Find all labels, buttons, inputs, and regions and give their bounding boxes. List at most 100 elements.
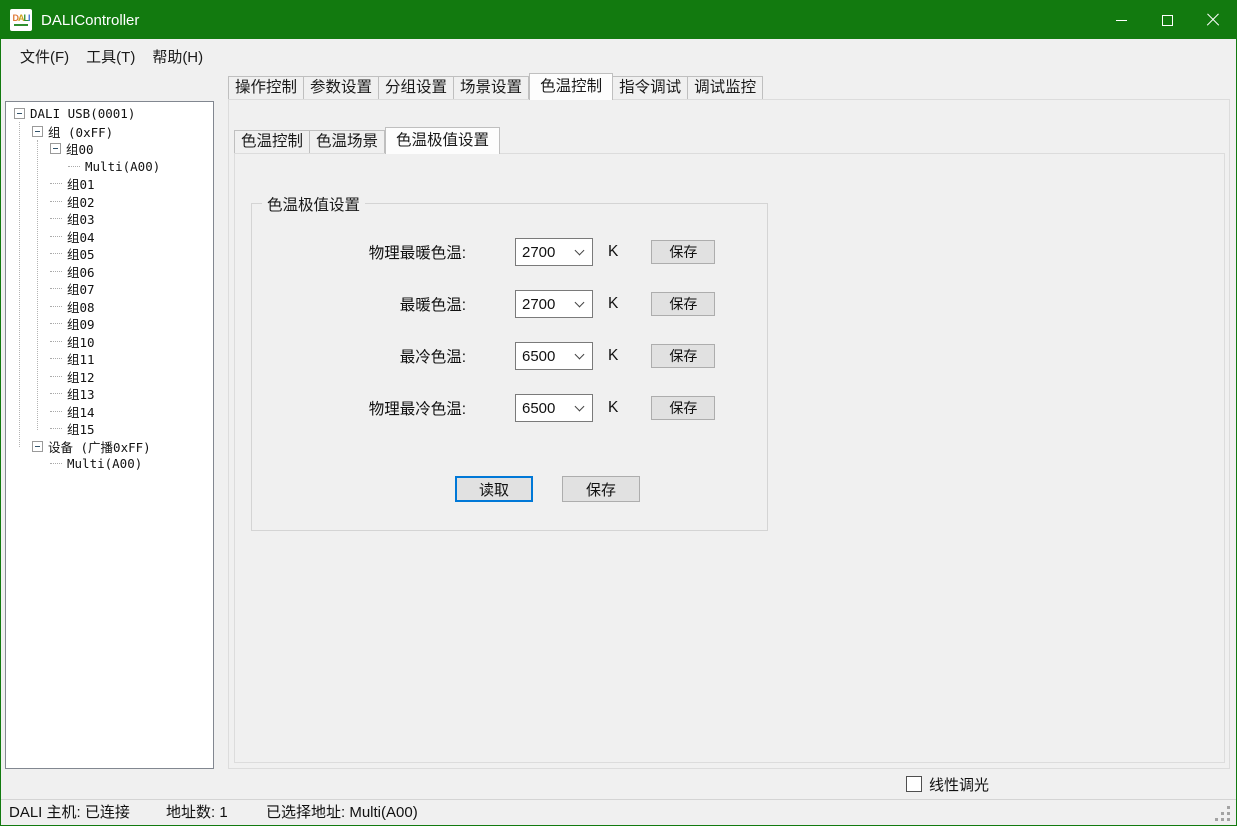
tree-item-label: 组 (0xFF) (47, 122, 114, 141)
chevron-down-icon (575, 298, 585, 308)
physical-coolest-cct-label: 物理最冷色温: (252, 397, 466, 419)
tree-connector (50, 393, 62, 394)
tree-item-label: Multi(A00) (84, 159, 161, 174)
tree-item-label: 组01 (66, 174, 96, 193)
chevron-down-icon (575, 246, 585, 256)
sub-tab-cct-control[interactable]: 色温控制 (234, 130, 310, 153)
main-tab-operation-control[interactable]: 操作控制 (228, 76, 304, 99)
sub-tab-cct-scene[interactable]: 色温场景 (310, 130, 385, 153)
warmest-cct-select[interactable]: 2700 (515, 290, 593, 318)
menu-item-file[interactable]: 文件(F) (15, 43, 74, 70)
window-title: DALIController (41, 12, 139, 29)
status-bar: DALI 主机: 已连接 地址数: 1 已选择地址: Multi(A00) (1, 799, 1236, 826)
tree-item-label: 组12 (66, 367, 96, 386)
tree-item[interactable]: DALI USB(0001) (6, 105, 213, 123)
tree-item-label: 组10 (66, 332, 96, 351)
menu-bar: 文件(F) 工具(T) 帮助(H) (1, 39, 1236, 73)
cct-form-rows: 物理最暖色温:2700K保存最暖色温:2700K保存最冷色温:6500K保存物理… (252, 204, 767, 422)
tree-item-label: 组06 (66, 262, 96, 281)
main-tab-scene-settings[interactable]: 场景设置 (454, 76, 529, 99)
sub-tab-strip: 色温控制色温场景色温极值设置 (234, 126, 500, 153)
form-row: 物理最冷色温:6500K保存 (252, 394, 767, 422)
form-row: 最暖色温:2700K保存 (252, 290, 767, 318)
coolest-cct-save-button[interactable]: 保存 (651, 344, 715, 368)
combo-value: 6500 (516, 348, 576, 365)
coolest-cct-select[interactable]: 6500 (515, 342, 593, 370)
linear-dimming-label: 线性调光 (929, 774, 989, 795)
physical-warmest-cct-select[interactable]: 2700 (515, 238, 593, 266)
cct-extreme-groupbox: 色温极值设置 物理最暖色温:2700K保存最暖色温:2700K保存最冷色温:65… (251, 203, 768, 531)
sub-tab-cct-extreme-settings[interactable]: 色温极值设置 (385, 127, 500, 154)
tree-item-label: 组02 (66, 192, 96, 211)
tree-item[interactable]: Multi(A00) (6, 455, 213, 473)
tree-connector (50, 236, 62, 237)
tree-guide-line (19, 122, 20, 447)
minus-glyph (35, 131, 40, 132)
read-button[interactable]: 读取 (455, 476, 533, 502)
chevron-down-icon (575, 402, 585, 412)
linear-dimming-checkbox[interactable] (906, 776, 922, 792)
physical-coolest-cct-save-button[interactable]: 保存 (651, 396, 715, 420)
main-tab-debug-monitor[interactable]: 调试监控 (688, 76, 763, 99)
tree-connector (50, 428, 62, 429)
close-button[interactable] (1190, 1, 1236, 39)
tree-item-label: 组15 (66, 419, 96, 438)
physical-coolest-cct-select[interactable]: 6500 (515, 394, 593, 422)
app-window: DALI DALIController 文件(F) 工具(T) 帮助(H) DALI… (0, 0, 1237, 826)
tree-item-label: 组04 (66, 227, 96, 246)
main-tab-command-debug[interactable]: 指令调试 (613, 76, 688, 99)
tree-item-label: DALI USB(0001) (29, 106, 136, 121)
tree-connector (50, 288, 62, 289)
tree-expander-icon[interactable] (50, 143, 61, 154)
minus-glyph (53, 148, 58, 149)
physical-warmest-cct-label: 物理最暖色温: (252, 241, 466, 263)
resize-grip[interactable] (1227, 818, 1230, 821)
tree-connector (68, 166, 80, 167)
minimize-icon (1116, 20, 1127, 21)
app-logo-text: DALI (12, 14, 29, 23)
tree-item-label: 组13 (66, 384, 96, 403)
combo-value: 2700 (516, 244, 576, 261)
tree-expander-icon[interactable] (14, 108, 25, 119)
unit-label: K (608, 243, 618, 261)
window-controls (1098, 1, 1236, 39)
tree-connector (50, 201, 62, 202)
title-bar: DALI DALIController (1, 1, 1236, 39)
menu-item-help[interactable]: 帮助(H) (147, 43, 208, 70)
main-tab-group-settings[interactable]: 分组设置 (379, 76, 454, 99)
tree-expander-icon[interactable] (32, 126, 43, 137)
tree-connector (50, 411, 62, 412)
combo-value: 6500 (516, 400, 576, 417)
tree-item-label: 组05 (66, 244, 96, 263)
physical-warmest-cct-save-button[interactable]: 保存 (651, 240, 715, 264)
minimize-button[interactable] (1098, 1, 1144, 39)
tree-item-label: 组14 (66, 402, 96, 421)
tree-item-label: 组09 (66, 314, 96, 333)
combo-value: 2700 (516, 296, 576, 313)
tree-item[interactable]: 设备 (广播0xFF) (6, 438, 213, 456)
menu-item-tools[interactable]: 工具(T) (81, 43, 140, 70)
form-row: 物理最暖色温: 2700 K 保存 (252, 238, 767, 266)
tree-connector (50, 306, 62, 307)
device-tree-panel: DALI USB(0001)组 (0xFF)组00Multi(A00)组01组0… (5, 101, 214, 769)
main-tab-strip: 操作控制参数设置分组设置场景设置色温控制指令调试调试监控 (228, 72, 763, 99)
tree-expander-icon[interactable] (32, 441, 43, 452)
warmest-cct-save-button[interactable]: 保存 (651, 292, 715, 316)
tree-guide-line (37, 140, 38, 430)
main-tab-cct-control[interactable]: 色温控制 (529, 73, 613, 100)
maximize-button[interactable] (1144, 1, 1190, 39)
linear-dimming-option: 线性调光 (906, 774, 989, 795)
groupbox-title: 色温极值设置 (262, 193, 365, 215)
tree-item-label: 组00 (65, 139, 95, 158)
unit-label: K (608, 347, 618, 365)
tree-item-label: 组08 (66, 297, 96, 316)
tree-connector (50, 376, 62, 377)
main-tab-param-settings[interactable]: 参数设置 (304, 76, 379, 99)
save-button[interactable]: 保存 (562, 476, 640, 502)
selected-address: 已选择地址: Multi(A00) (266, 800, 418, 826)
minus-glyph (17, 113, 22, 114)
tree-item-label: 组07 (66, 279, 96, 298)
tree-item[interactable]: 组 (0xFF) (6, 123, 213, 141)
address-count: 地址数: 1 (166, 800, 228, 826)
tree-connector (50, 341, 62, 342)
